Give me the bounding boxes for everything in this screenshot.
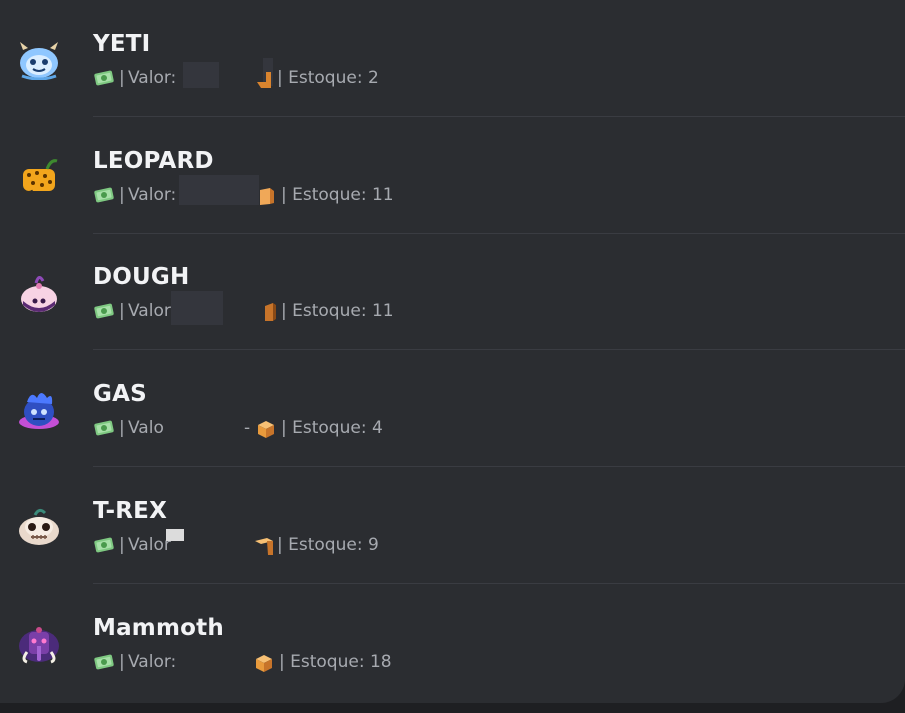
stock-count: | Estoque: 11	[281, 301, 394, 321]
stock-count: | Estoque: 18	[279, 652, 392, 672]
money-icon	[94, 70, 114, 86]
item-name: LEOPARD	[93, 148, 214, 174]
redacted-price	[166, 529, 184, 541]
redacted-price	[179, 175, 259, 205]
leopard-fruit-icon	[19, 159, 58, 195]
price-label: Valor	[128, 535, 171, 555]
separator: |	[119, 535, 125, 555]
separator: |	[119, 418, 125, 438]
money-icon	[94, 537, 114, 553]
price-label: Valor:	[128, 652, 177, 672]
list-item-dough: DOUGH | Valor | Estoque: 11	[0, 233, 905, 350]
list-item-t-rex: T-REX | Valor | Estoque: 9	[0, 467, 905, 584]
money-icon	[94, 420, 114, 436]
separator: |	[119, 185, 125, 205]
redacted-price	[183, 62, 219, 88]
yeti-fruit-icon	[20, 42, 58, 80]
stock-box-icon	[255, 538, 273, 555]
money-icon	[94, 654, 114, 670]
list-item-leopard: LEOPARD | Valor: | Estoque: 11	[0, 117, 905, 234]
separator: |	[119, 68, 125, 88]
price-label: Valor	[128, 301, 171, 321]
mammoth-fruit-icon	[19, 627, 59, 664]
price-label: Valo	[128, 418, 164, 438]
item-name: Mammoth	[93, 615, 224, 641]
t-rex-fruit-icon	[19, 508, 59, 545]
money-icon	[94, 303, 114, 319]
stock-count: | Estoque: 4	[281, 418, 383, 438]
separator: |	[119, 301, 125, 321]
stock-count: | Estoque: 9	[277, 535, 379, 555]
list-item-yeti: YETI | Valor: | Estoque: 2	[0, 0, 905, 117]
gas-fruit-icon	[19, 393, 59, 429]
price-dash: -	[244, 418, 251, 438]
item-meta: | Valor | Estoque: 11	[93, 291, 593, 325]
separator: |	[119, 652, 125, 672]
stock-box-icon	[258, 421, 274, 438]
item-meta: | Valor: | Estoque: 18	[93, 652, 593, 674]
list-item-mammoth: Mammoth | Valor: | Estoque: 18	[0, 584, 905, 701]
redacted-price	[171, 291, 223, 325]
price-label: Valor:	[128, 185, 177, 205]
item-meta: | Valor | Estoque: 9	[93, 529, 593, 557]
dough-fruit-icon	[21, 276, 57, 312]
item-name: DOUGH	[93, 264, 190, 290]
list-item-gas: GAS | Valo - | Estoque: 4	[0, 350, 905, 467]
item-meta: | Valor: | Estoque: 11	[93, 175, 593, 207]
item-meta: | Valo - | Estoque: 4	[93, 418, 593, 440]
stock-box-icon	[257, 72, 271, 88]
item-meta: | Valor: | Estoque: 2	[93, 58, 593, 90]
price-label: Valor:	[128, 68, 177, 88]
stock-box-icon	[260, 188, 274, 205]
money-icon	[94, 187, 114, 203]
stock-count: | Estoque: 11	[281, 185, 394, 205]
item-name: YETI	[93, 31, 151, 57]
stock-box-icon	[265, 303, 276, 321]
fruit-stock-list: YETI | Valor: | Estoque: 2 LEOPARD | Val…	[0, 0, 905, 703]
item-name: GAS	[93, 381, 147, 407]
stock-count: | Estoque: 2	[277, 68, 379, 88]
item-name: T-REX	[93, 498, 168, 524]
stock-box-icon	[256, 655, 272, 672]
